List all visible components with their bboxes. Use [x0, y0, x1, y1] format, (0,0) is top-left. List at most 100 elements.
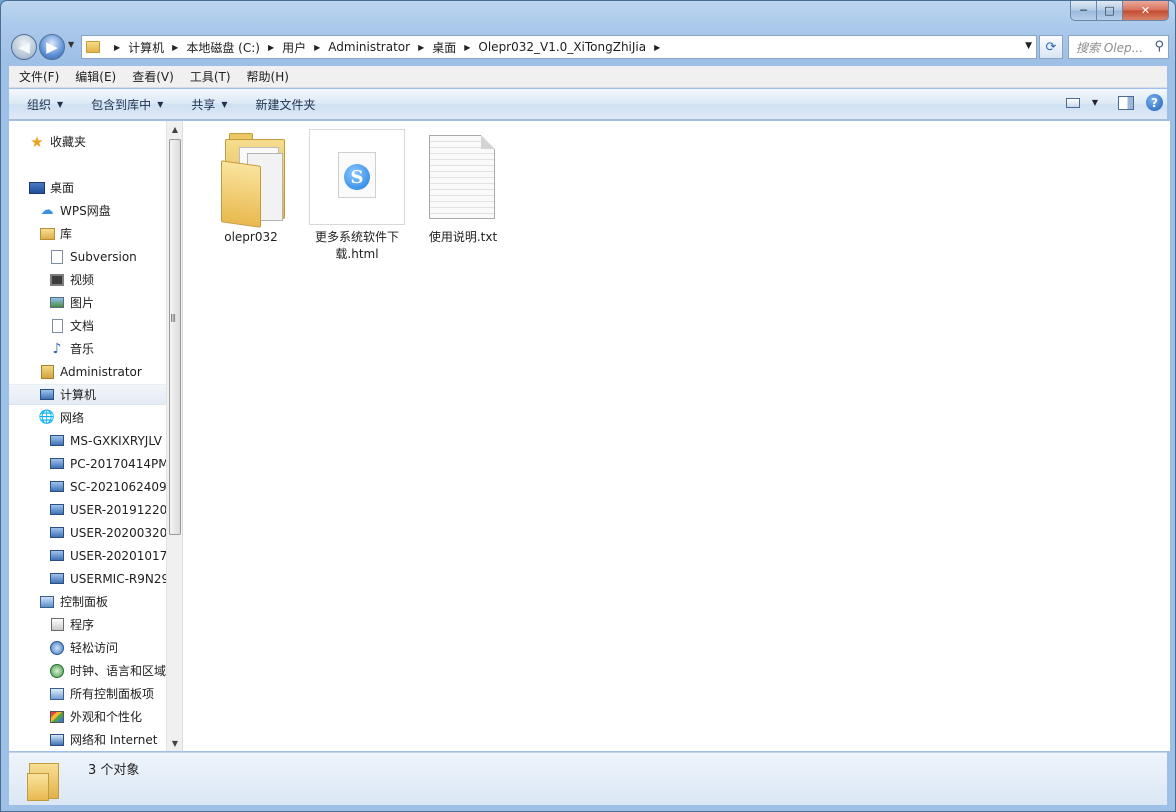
address-dropdown-icon[interactable]: ▼	[1025, 41, 1032, 51]
scroll-down-icon[interactable]: ▼	[167, 735, 183, 751]
sidebar-item[interactable]: 库	[9, 223, 166, 244]
new-folder-button[interactable]: 新建文件夹	[246, 96, 326, 113]
menu-view[interactable]: 查看(V)	[124, 68, 182, 85]
appearance-icon	[49, 709, 65, 725]
breadcrumb-administrator[interactable]: Administrator ▶	[328, 40, 432, 54]
sidebar-item-label: USERMIC-R9N29	[70, 571, 166, 586]
address-bar[interactable]: ▶ 计算机 ▶ 本地磁盘 (C:) ▶ 用户 ▶ Administrator ▶ 桌面 ▶…	[81, 35, 1037, 59]
sidebar-item[interactable]: 程序	[9, 614, 166, 635]
menu-bar: 文件(F) 编辑(E) 查看(V) 工具(T) 帮助(H)	[9, 66, 1167, 88]
chevron-right-icon[interactable]: ▶	[114, 43, 120, 52]
sidebar-item[interactable]: 文档	[9, 315, 166, 336]
sidebar-item[interactable]: 轻松访问	[9, 637, 166, 658]
chevron-right-icon[interactable]: ▶	[268, 43, 274, 52]
sidebar-item[interactable]: 桌面	[9, 177, 166, 198]
breadcrumb-computer[interactable]: 计算机 ▶	[128, 39, 186, 56]
sidebar-item[interactable]: ★ 收藏夹	[9, 131, 166, 152]
status-bar: 3 个对象	[9, 752, 1167, 805]
help-icon[interactable]: ?	[1146, 94, 1163, 111]
scrollbar-thumb[interactable]	[169, 139, 181, 535]
chevron-right-icon[interactable]: ▶	[654, 43, 660, 52]
sidebar-item[interactable]: PC-20170414PM	[9, 453, 166, 474]
file-item-html[interactable]: S 更多系统软件下载.html	[309, 129, 405, 263]
sidebar-item[interactable]: 图片	[9, 292, 166, 313]
sidebar-item[interactable]: ☁ WPS网盘	[9, 200, 166, 221]
sidebar-item[interactable]: SC-20210624091	[9, 476, 166, 497]
maximize-button[interactable]: □	[1097, 1, 1123, 21]
cloud-icon: ☁	[40, 203, 54, 218]
sidebar-item-label: 控制面板	[60, 595, 109, 609]
sidebar-item[interactable]: Administrator	[9, 361, 166, 382]
programs-icon	[49, 617, 65, 633]
sidebar-item[interactable]: ♪ 音乐	[9, 338, 166, 359]
navigation-pane-scrollbar[interactable]: ▲ ||| ▼	[166, 121, 182, 751]
sidebar-item-label: Administrator	[60, 364, 142, 379]
menu-file[interactable]: 文件(F)	[11, 68, 67, 85]
chevron-right-icon[interactable]: ▶	[172, 43, 178, 52]
chevron-right-icon[interactable]: ▶	[314, 43, 320, 52]
include-in-library-button[interactable]: 包含到库中 ▼	[81, 96, 173, 113]
html-file-icon: S	[309, 129, 405, 225]
sidebar-item-label: USER-201912201	[70, 502, 166, 517]
sidebar-item[interactable]: 时钟、语言和区域	[9, 660, 166, 681]
sidebar-item-label: 程序	[70, 618, 95, 632]
menu-tools[interactable]: 工具(T)	[182, 68, 239, 85]
text-file-icon	[415, 129, 511, 225]
breadcrumb-current-folder[interactable]: Olepr032_V1.0_XiTongZhiJia ▶	[478, 40, 668, 54]
sidebar-item[interactable]: MS-GXKIXRYJLV	[9, 430, 166, 451]
file-list-area[interactable]: olepr032 S 更多系统软件下载.html 使用说明.txt	[183, 121, 1170, 751]
sidebar-item[interactable]: USER-201912201	[9, 499, 166, 520]
sidebar-item[interactable]: 控制面板	[9, 591, 166, 612]
chevron-right-icon[interactable]: ▶	[464, 43, 470, 52]
refresh-button[interactable]: ⟳	[1039, 35, 1063, 59]
sidebar-item-label: 网络和 Internet	[70, 733, 158, 747]
sidebar-item[interactable]: USER-20201017I	[9, 545, 166, 566]
file-item-txt[interactable]: 使用说明.txt	[415, 129, 511, 246]
sidebar-item[interactable]: 计算机	[9, 384, 166, 405]
breadcrumb-desktop[interactable]: 桌面 ▶	[432, 39, 478, 56]
navigation-row: ◀ ▶ ▼ ▶ 计算机 ▶ 本地磁盘 (C:) ▶ 用户 ▶ Administrato…	[9, 32, 1169, 60]
sidebar-item[interactable]: USERMIC-R9N29	[9, 568, 166, 589]
all-items-icon	[49, 686, 65, 702]
sidebar-item-label: 网络	[60, 411, 85, 425]
sidebar-item-label: 收藏夹	[50, 135, 87, 149]
search-input[interactable]: 搜索 Olep... ⚲	[1068, 35, 1169, 59]
sidebar-item-label: 所有控制面板项	[70, 687, 155, 701]
file-item-folder[interactable]: olepr032	[203, 129, 299, 246]
change-view-icon[interactable]	[1065, 97, 1080, 108]
scroll-up-icon[interactable]: ▲	[167, 121, 183, 137]
menu-help[interactable]: 帮助(H)	[239, 68, 297, 85]
sidebar-item[interactable]: Subversion	[9, 246, 166, 267]
computer-icon	[39, 387, 55, 403]
folder-icon	[25, 759, 67, 801]
computer-icon	[49, 548, 65, 564]
sidebar-item-label: MS-GXKIXRYJLV	[70, 433, 162, 448]
folder-icon	[86, 41, 100, 53]
sidebar-item[interactable]: 所有控制面板项	[9, 683, 166, 704]
sidebar-item[interactable]: USER-202003200	[9, 522, 166, 543]
chevron-right-icon[interactable]: ▶	[418, 43, 424, 52]
sidebar-item[interactable]: 🌐 网络	[9, 407, 166, 428]
organize-button[interactable]: 组织 ▼	[17, 96, 73, 113]
chevron-down-icon: ▼	[157, 99, 164, 109]
share-button[interactable]: 共享 ▼	[181, 96, 237, 113]
close-button[interactable]: ✕	[1123, 1, 1169, 21]
network-internet-icon	[49, 732, 65, 748]
back-button[interactable]: ◀	[11, 34, 37, 60]
forward-button[interactable]: ▶	[39, 34, 65, 60]
menu-edit[interactable]: 编辑(E)	[67, 68, 124, 85]
subversion-icon	[49, 249, 65, 265]
sidebar-item[interactable]: 视频	[9, 269, 166, 290]
minimize-button[interactable]: ─	[1070, 1, 1097, 21]
preview-pane-icon[interactable]	[1118, 95, 1134, 110]
computer-icon	[49, 571, 65, 587]
sidebar-item[interactable]: 外观和个性化	[9, 706, 166, 727]
view-options-dropdown-icon[interactable]: ▼	[1092, 98, 1098, 107]
control-panel-icon	[39, 594, 55, 610]
recent-pages-dropdown[interactable]: ▼	[68, 40, 74, 49]
breadcrumb-local-disk[interactable]: 本地磁盘 (C:) ▶	[186, 39, 282, 56]
breadcrumb-users[interactable]: 用户 ▶	[282, 39, 328, 56]
star-icon: ★	[30, 132, 44, 151]
sidebar-item-label: 时钟、语言和区域	[70, 664, 166, 678]
sidebar-item[interactable]: 网络和 Internet	[9, 729, 166, 750]
